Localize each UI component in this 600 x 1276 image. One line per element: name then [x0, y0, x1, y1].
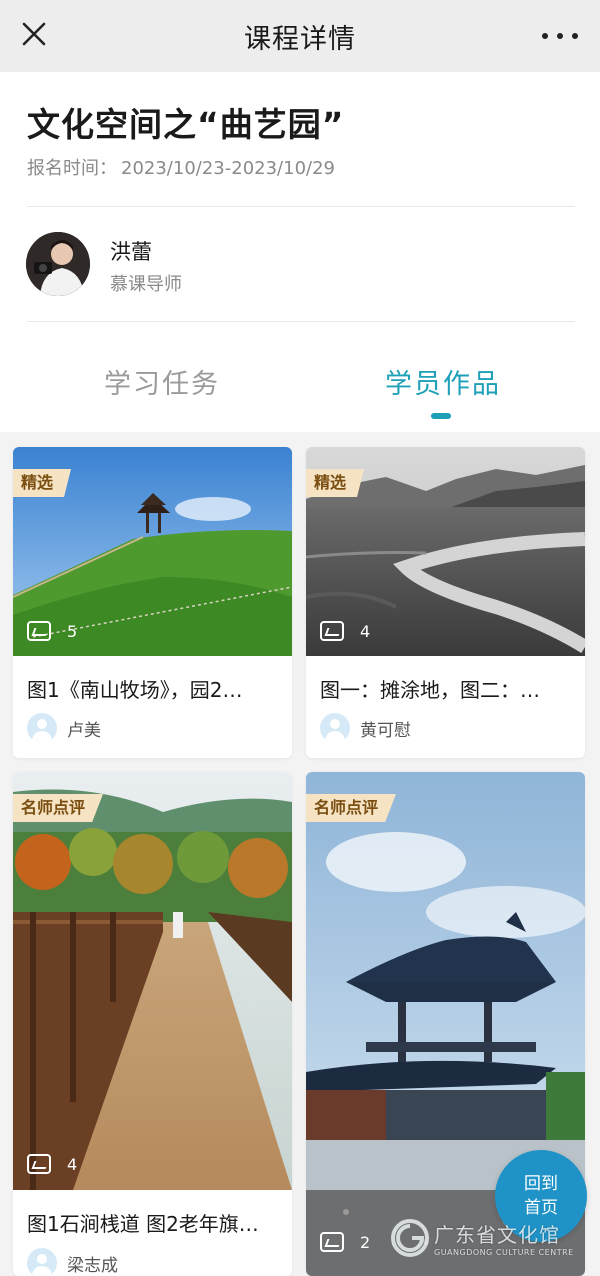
image-icon — [320, 1232, 344, 1252]
author-name: 卢美 — [67, 720, 101, 741]
watermark: 广东省文化馆 GUANGDONG CULTURE CENTRE — [390, 1216, 600, 1260]
work-thumbnail[interactable]: 精选 5 — [13, 447, 292, 656]
top-bar: 课程详情 — [0, 0, 600, 72]
work-badge: 名师点评 — [306, 794, 397, 822]
author-name: 梁志成 — [67, 1255, 118, 1276]
watermark-en: GUANGDONG CULTURE CENTRE — [434, 1248, 574, 1257]
teacher-role: 慕课导师 — [110, 274, 182, 295]
registration-label: 报名时间： — [27, 158, 117, 179]
work-badge: 名师点评 — [13, 794, 104, 822]
divider — [27, 206, 575, 207]
image-count: 4 — [320, 621, 370, 641]
teacher-name: 洪蕾 — [110, 240, 152, 264]
home-button-line1: 回到 — [524, 1174, 558, 1194]
registration-range: 2023/10/23-2023/10/29 — [121, 158, 335, 179]
work-badge: 精选 — [306, 469, 365, 497]
work-thumbnail[interactable]: 精选 4 — [306, 447, 585, 656]
image-count-value: 4 — [67, 1154, 78, 1174]
image-count-value: 2 — [360, 1232, 371, 1252]
registration-time: 报名时间： 2023/10/23-2023/10/29 — [27, 154, 335, 180]
image-count-value: 4 — [360, 621, 371, 641]
work-card[interactable]: 名师点评 4 图1石涧桟道 图2老年旗… 梁志成 — [13, 772, 292, 1276]
work-author: 卢美 — [27, 713, 101, 743]
image-count-value: 5 — [67, 621, 78, 641]
image-icon — [27, 621, 51, 641]
teacher-avatar[interactable] — [26, 232, 90, 296]
user-avatar-icon — [27, 713, 57, 743]
work-caption[interactable]: 图1石涧桟道 图2老年旗… — [27, 1208, 279, 1237]
user-avatar-icon — [27, 1248, 57, 1276]
image-icon — [27, 1154, 51, 1174]
course-title: 文化空间之“曲艺园” — [27, 105, 345, 144]
more-icon[interactable] — [542, 22, 578, 50]
work-caption[interactable]: 图1《南山牧场》，园2… — [27, 674, 279, 703]
work-badge: 精选 — [13, 469, 72, 497]
image-icon — [320, 621, 344, 641]
image-count: 4 — [27, 1154, 77, 1174]
page-title: 课程详情 — [244, 23, 356, 55]
divider — [27, 321, 575, 322]
author-name: 黄可慰 — [360, 720, 411, 741]
culture-centre-logo-icon — [391, 1219, 429, 1257]
work-author: 黄可慰 — [320, 713, 411, 743]
work-author: 梁志成 — [27, 1248, 118, 1276]
tab-student-works[interactable]: 学员作品 — [385, 362, 501, 401]
watermark-cn: 广东省文化馆 — [434, 1223, 560, 1247]
work-card[interactable]: 精选 4 图一：摊涂地，图二：… 黄可慰 — [306, 447, 585, 758]
active-tab-indicator — [431, 413, 451, 419]
work-thumbnail[interactable]: 名师点评 4 — [13, 772, 292, 1190]
tab-learning-tasks[interactable]: 学习任务 — [104, 362, 220, 401]
close-icon[interactable] — [18, 18, 50, 50]
work-card[interactable]: 精选 5 图1《南山牧场》，园2… 卢美 — [13, 447, 292, 758]
work-caption[interactable]: 图一：摊涂地，图二：… — [320, 674, 572, 703]
image-count: 5 — [27, 621, 77, 641]
image-count: 2 — [320, 1232, 370, 1252]
user-avatar-icon — [320, 713, 350, 743]
